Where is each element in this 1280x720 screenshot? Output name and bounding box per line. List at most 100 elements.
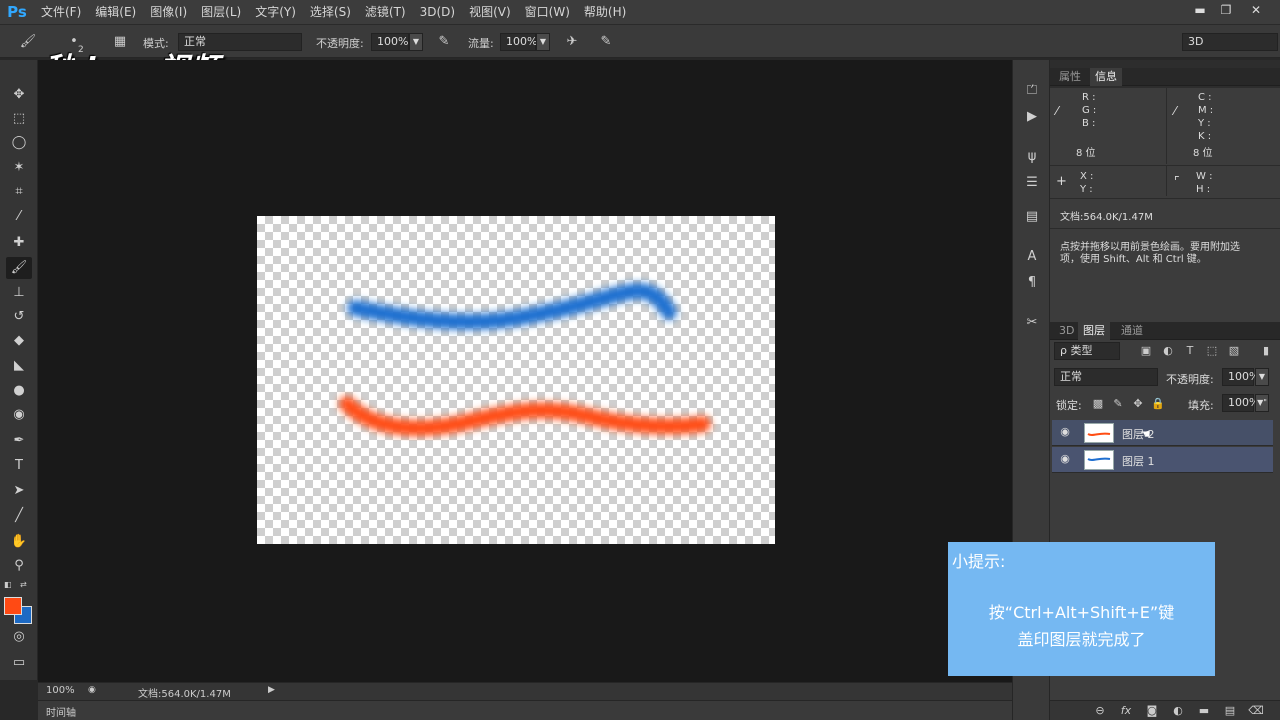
status-bar: 100% ◉ 文档:564.0K/1.47M ▶ bbox=[38, 682, 1012, 700]
screen-mode-icon[interactable]: ▭ bbox=[6, 652, 32, 674]
adjustment-layer-icon[interactable]: ◐ bbox=[1170, 703, 1186, 719]
zoom-level[interactable]: 100% bbox=[46, 685, 75, 696]
line-tool-icon[interactable]: ╱ bbox=[6, 505, 32, 527]
filter-shape-icon[interactable]: ⬚ bbox=[1204, 343, 1220, 359]
restore-button[interactable]: ❐ bbox=[1214, 2, 1238, 18]
menu-image[interactable]: 图像(I) bbox=[143, 0, 194, 24]
tab-info[interactable]: 信息 bbox=[1090, 68, 1122, 86]
tool-presets-icon[interactable]: ✂ bbox=[1021, 312, 1043, 334]
layer-comps-icon[interactable]: ▤ bbox=[1021, 206, 1043, 228]
quick-mask-icon[interactable]: ◎ bbox=[6, 626, 32, 648]
fill-input[interactable]: 100% bbox=[1222, 394, 1259, 412]
layer-style-icon[interactable]: fx bbox=[1118, 703, 1134, 719]
blur-tool-icon[interactable]: ● bbox=[6, 380, 32, 402]
link-layers-icon[interactable]: ⊖ bbox=[1092, 703, 1108, 719]
sample-eyedropper-icon[interactable]: ⁄ bbox=[1056, 104, 1058, 118]
minimize-button[interactable]: ▬ bbox=[1188, 2, 1212, 18]
layer-name[interactable]: 图层 1 bbox=[1122, 453, 1155, 469]
menu-file[interactable]: 文件(F) bbox=[34, 0, 88, 24]
lock-transparency-icon[interactable]: ▩ bbox=[1090, 396, 1106, 412]
swap-colors-icon[interactable]: ⇄ bbox=[20, 580, 32, 590]
tab-channels[interactable]: 通道 bbox=[1116, 322, 1148, 340]
eraser-tool-icon[interactable]: ◆ bbox=[6, 330, 32, 352]
lock-position-icon[interactable]: ✥ bbox=[1130, 396, 1146, 412]
blue-brush-stroke bbox=[347, 283, 677, 330]
marquee-tool-icon[interactable]: ⬚ bbox=[6, 108, 32, 130]
delete-layer-icon[interactable]: ⌫ bbox=[1248, 703, 1264, 719]
fill-dropdown-icon[interactable]: ▼" bbox=[1255, 394, 1269, 412]
layer-opacity-label: 不透明度: bbox=[1166, 373, 1214, 386]
history-brush-tool-icon[interactable]: ↺ bbox=[6, 306, 32, 328]
menu-edit[interactable]: 编辑(E) bbox=[88, 0, 143, 24]
timeline-tab[interactable]: 时间轴 bbox=[46, 704, 76, 719]
brush-tool-preset-icon[interactable]: 🖌 bbox=[18, 33, 38, 51]
layer-opacity-dropdown-icon[interactable]: ▼ bbox=[1255, 368, 1269, 386]
visibility-eye-icon[interactable]: ◉ bbox=[1058, 425, 1072, 439]
character-panel-icon[interactable]: A bbox=[1021, 246, 1043, 268]
tab-3d[interactable]: 3D bbox=[1054, 322, 1079, 340]
menu-filter[interactable]: 滤镜(T) bbox=[358, 0, 413, 24]
blend-mode-select[interactable]: 正常 bbox=[1054, 368, 1158, 386]
actions-panel-icon[interactable]: ▶ bbox=[1021, 106, 1043, 128]
airbrush-icon[interactable]: ✈ bbox=[562, 33, 582, 51]
opacity-input[interactable]: 100% bbox=[371, 33, 409, 51]
type-tool-icon[interactable]: T bbox=[6, 455, 32, 477]
eyedropper-tool-icon[interactable]: ⁄ bbox=[6, 206, 32, 228]
layer-filter-select[interactable]: ρ 类型 bbox=[1054, 342, 1120, 360]
document-canvas[interactable] bbox=[257, 216, 775, 544]
zoom-tool-icon[interactable]: ⚲ bbox=[6, 555, 32, 577]
paragraph-panel-icon[interactable]: ¶ bbox=[1021, 272, 1043, 294]
menu-3d[interactable]: 3D(D) bbox=[413, 0, 462, 24]
new-layer-icon[interactable]: ▤ bbox=[1222, 703, 1238, 719]
hand-tool-icon[interactable]: ✋ bbox=[6, 531, 32, 553]
visibility-eye-icon[interactable]: ◉ bbox=[1058, 452, 1072, 466]
move-tool-icon[interactable]: ✥ bbox=[6, 84, 32, 106]
paint-bucket-tool-icon[interactable]: ◣ bbox=[6, 355, 32, 377]
menu-type[interactable]: 文字(Y) bbox=[248, 0, 303, 24]
menu-window[interactable]: 窗口(W) bbox=[518, 0, 577, 24]
tab-properties[interactable]: 属性 bbox=[1054, 68, 1086, 86]
menu-view[interactable]: 视图(V) bbox=[462, 0, 518, 24]
layer-row[interactable]: ◉ 图层 2 ☚ bbox=[1052, 420, 1273, 446]
menu-help[interactable]: 帮助(H) bbox=[577, 0, 633, 24]
menu-layer[interactable]: 图层(L) bbox=[194, 0, 248, 24]
lasso-tool-icon[interactable]: ◯ bbox=[6, 132, 32, 154]
opacity-dropdown-icon[interactable]: ▼ bbox=[409, 33, 423, 51]
filter-toggle-icon[interactable]: ▮ bbox=[1258, 343, 1274, 359]
clone-stamp-tool-icon[interactable]: ⊥ bbox=[6, 282, 32, 304]
sample-eyedropper-icon-2[interactable]: ⁄ bbox=[1174, 104, 1176, 118]
layers-panel-tabs: 3D 图层 通道 bbox=[1050, 322, 1280, 340]
lock-image-icon[interactable]: ✎ bbox=[1110, 396, 1126, 412]
filter-smart-object-icon[interactable]: ▧ bbox=[1226, 343, 1242, 359]
close-button[interactable]: ✕ bbox=[1244, 2, 1268, 18]
menu-select[interactable]: 选择(S) bbox=[303, 0, 358, 24]
magic-wand-tool-icon[interactable]: ✶ bbox=[6, 157, 32, 179]
brush-presets-icon[interactable]: ψ bbox=[1021, 146, 1043, 168]
filter-pixel-icon[interactable]: ▣ bbox=[1138, 343, 1154, 359]
crop-tool-icon[interactable]: ⌗ bbox=[6, 181, 32, 203]
workspace-select[interactable]: 3D bbox=[1182, 33, 1278, 51]
filter-type-icon[interactable]: T bbox=[1182, 343, 1198, 359]
layer-opacity-input[interactable]: 100% bbox=[1222, 368, 1259, 386]
layer-mask-icon[interactable]: ◙ bbox=[1144, 703, 1160, 719]
adjustments-panel-icon[interactable]: ☰ bbox=[1021, 172, 1043, 194]
default-colors-icon[interactable]: ◧ bbox=[4, 580, 16, 590]
layer-row[interactable]: ◉ 图层 1 bbox=[1052, 447, 1273, 473]
brush-tool-icon[interactable]: 🖌 bbox=[6, 257, 32, 279]
healing-brush-tool-icon[interactable]: ✚ bbox=[6, 232, 32, 254]
flow-dropdown-icon[interactable]: ▼ bbox=[536, 33, 550, 51]
path-selection-tool-icon[interactable]: ➤ bbox=[6, 480, 32, 502]
status-menu-arrow-icon[interactable]: ▶ bbox=[268, 685, 275, 695]
flow-input[interactable]: 100% bbox=[500, 33, 537, 51]
new-group-icon[interactable]: ▬ bbox=[1196, 703, 1212, 719]
dodge-tool-icon[interactable]: ◉ bbox=[6, 404, 32, 426]
history-panel-icon[interactable]: ⏍ bbox=[1021, 80, 1043, 102]
filter-adjustment-icon[interactable]: ◐ bbox=[1160, 343, 1176, 359]
foreground-color-swatch[interactable] bbox=[4, 597, 22, 615]
status-info-icon[interactable]: ◉ bbox=[88, 685, 96, 695]
pen-tool-icon[interactable]: ✒ bbox=[6, 430, 32, 452]
tab-layers[interactable]: 图层 bbox=[1078, 322, 1110, 340]
pressure-size-icon[interactable]: ✎ bbox=[596, 33, 616, 51]
pressure-opacity-icon[interactable]: ✎ bbox=[434, 33, 454, 51]
lock-all-icon[interactable]: 🔒 bbox=[1150, 396, 1166, 412]
